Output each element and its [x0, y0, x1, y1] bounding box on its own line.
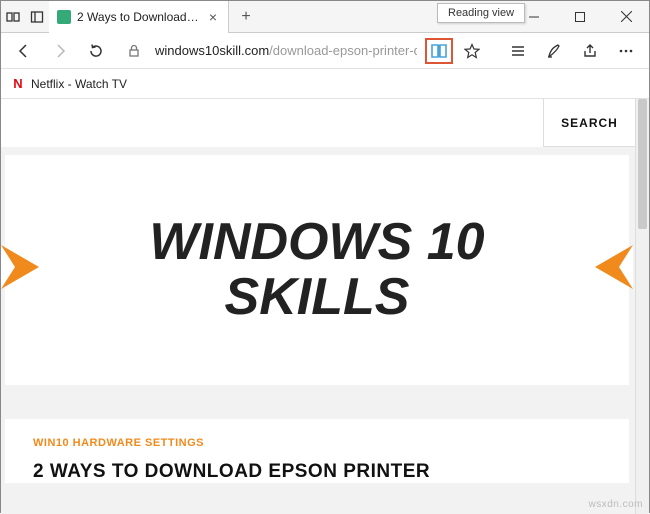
favorite-button[interactable]: [455, 35, 489, 67]
refresh-button[interactable]: [79, 35, 113, 67]
titlebar-left: 2 Ways to Download Ep × +: [1, 1, 263, 32]
tab-actions-icon[interactable]: [1, 1, 25, 33]
article: WIN10 HARDWARE SETTINGS 2 WAYS TO DOWNLO…: [5, 419, 629, 483]
favorites-bar: N Netflix - Watch TV: [1, 69, 649, 99]
forward-button[interactable]: [43, 35, 77, 67]
watermark: wsxdn.com: [588, 499, 643, 510]
article-title: 2 WAYS TO DOWNLOAD EPSON PRINTER: [33, 461, 601, 483]
article-category[interactable]: WIN10 HARDWARE SETTINGS: [33, 437, 601, 449]
favorites-item-netflix[interactable]: Netflix - Watch TV: [31, 77, 127, 91]
reading-view-button[interactable]: [425, 38, 453, 64]
hero-banner: WINDOWS 10 SKILLS: [5, 155, 629, 385]
carousel-next-icon[interactable]: [595, 245, 633, 289]
url-host: windows10skill.com: [155, 43, 269, 58]
tab-favicon: [57, 10, 71, 24]
tab-title: 2 Ways to Download Ep: [77, 10, 200, 24]
titlebar: 2 Ways to Download Ep × + Reading view: [1, 1, 649, 33]
url-path: /download-epson-printer-drivers: [269, 43, 417, 58]
window-controls: [511, 1, 649, 32]
notes-button[interactable]: [537, 35, 571, 67]
hub-button[interactable]: [501, 35, 535, 67]
toolbar: windows10skill.com/download-epson-printe…: [1, 33, 649, 69]
carousel-prev-icon[interactable]: [1, 245, 39, 289]
lock-icon[interactable]: [127, 44, 141, 58]
browser-tab[interactable]: 2 Ways to Download Ep ×: [49, 1, 229, 33]
hero-line2: SKILLS: [225, 268, 410, 326]
reading-view-tooltip: Reading view: [437, 3, 525, 23]
search-button[interactable]: SEARCH: [543, 99, 635, 147]
site-header: SEARCH: [1, 99, 649, 147]
hero-line1: WINDOWS 10: [149, 213, 484, 271]
url-text: windows10skill.com/download-epson-printe…: [155, 43, 417, 58]
address-bar[interactable]: windows10skill.com/download-epson-printe…: [149, 37, 423, 65]
more-button[interactable]: [609, 35, 643, 67]
maximize-button[interactable]: [557, 1, 603, 32]
set-aside-tabs-icon[interactable]: [25, 1, 49, 33]
scrollbar-thumb[interactable]: [638, 99, 647, 229]
scrollbar-vertical[interactable]: [635, 99, 649, 514]
back-button[interactable]: [7, 35, 41, 67]
close-button[interactable]: [603, 1, 649, 32]
new-tab-button[interactable]: +: [229, 8, 263, 26]
share-button[interactable]: [573, 35, 607, 67]
netflix-favicon: N: [11, 77, 25, 91]
page-content: SEARCH WINDOWS 10 SKILLS WIN10 HARDWARE …: [1, 99, 649, 514]
tab-close-icon[interactable]: ×: [206, 10, 220, 24]
site-logo-text: WINDOWS 10 SKILLS: [149, 215, 484, 324]
toolbar-right: [501, 35, 643, 67]
